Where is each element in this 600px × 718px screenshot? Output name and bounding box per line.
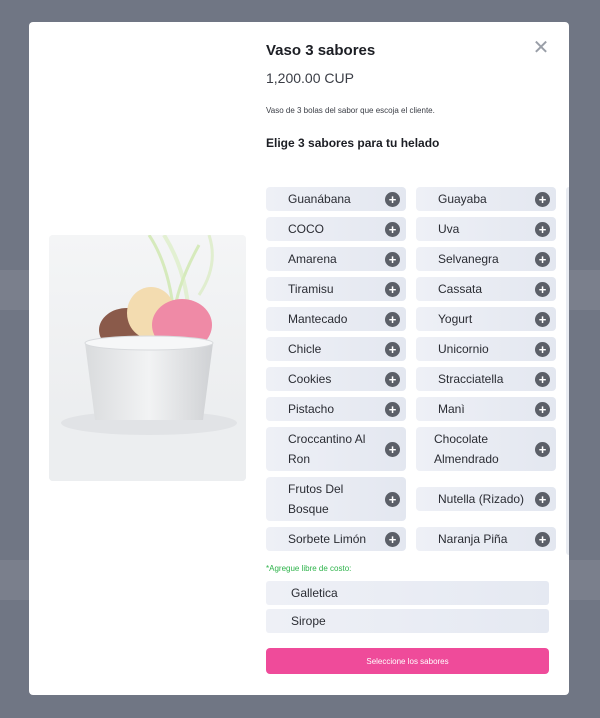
flavor-label: Pistacho bbox=[288, 402, 335, 416]
product-image bbox=[49, 235, 246, 481]
flavor-chip[interactable]: Stracciatella + bbox=[416, 367, 556, 391]
flavor-chip[interactable]: Nutella (Rizado) + bbox=[416, 487, 556, 511]
flavor-label: Uva bbox=[438, 222, 460, 236]
flavor-chip[interactable]: COCO + bbox=[266, 217, 406, 241]
flavor-label: Cassata bbox=[438, 282, 483, 296]
flavor-label: Sorbete Limón bbox=[288, 532, 367, 546]
flavor-chip[interactable]: Naranja Piña + bbox=[416, 527, 556, 551]
flavors-heading: Elige 3 sabores para tu helado bbox=[266, 136, 440, 150]
flavor-column-edge bbox=[566, 187, 569, 555]
add-icon[interactable]: + bbox=[385, 491, 400, 507]
flavor-chip[interactable]: Tiramisu + bbox=[266, 277, 406, 301]
add-icon[interactable]: + bbox=[385, 281, 400, 297]
extra-option[interactable]: Galletica bbox=[266, 581, 549, 605]
ice-cream-cup-photo bbox=[49, 235, 246, 481]
flavor-label: Chocolate Almendrado bbox=[434, 432, 499, 466]
flavor-chip[interactable]: Mantecado + bbox=[266, 307, 406, 331]
add-icon[interactable]: + bbox=[385, 251, 400, 267]
product-title: Vaso 3 sabores bbox=[266, 42, 376, 59]
add-icon[interactable]: + bbox=[385, 311, 400, 327]
add-icon[interactable]: + bbox=[535, 251, 550, 267]
add-icon[interactable]: + bbox=[385, 531, 400, 547]
flavor-label: Chicle bbox=[288, 342, 322, 356]
flavor-label: Amarena bbox=[288, 252, 337, 266]
flavor-chip[interactable]: Selvanegra + bbox=[416, 247, 556, 271]
flavor-label: Stracciatella bbox=[438, 372, 504, 386]
product-modal: ✕ Vaso 3 sabores 1,200.00 CUP Vaso de 3 … bbox=[29, 22, 569, 695]
flavor-label: Nutella (Rizado) bbox=[438, 492, 525, 506]
product-description: Vaso de 3 bolas del sabor que escoja el … bbox=[266, 106, 435, 115]
flavor-label: Yogurt bbox=[438, 312, 473, 326]
add-icon[interactable]: + bbox=[535, 311, 550, 327]
flavor-chip[interactable]: Pistacho + bbox=[266, 397, 406, 421]
product-price: 1,200.00 CUP bbox=[266, 70, 354, 86]
add-icon[interactable]: + bbox=[385, 371, 400, 387]
flavor-label: Manì bbox=[438, 402, 465, 416]
flavor-label: Guanábana bbox=[288, 192, 351, 206]
flavor-label: Naranja Piña bbox=[438, 532, 508, 546]
flavor-chip[interactable]: Cookies + bbox=[266, 367, 406, 391]
flavor-chip[interactable]: Guanábana + bbox=[266, 187, 406, 211]
add-icon[interactable]: + bbox=[385, 191, 400, 207]
extras-heading: *Agregue libre de costo: bbox=[266, 564, 352, 573]
flavor-chip[interactable]: Chocolate Almendrado + bbox=[416, 427, 556, 471]
add-icon[interactable]: + bbox=[535, 531, 550, 547]
flavor-chip[interactable]: Amarena + bbox=[266, 247, 406, 271]
flavor-label: Guayaba bbox=[438, 192, 487, 206]
flavor-label: Frutos Del Bosque bbox=[288, 482, 344, 516]
add-icon[interactable]: + bbox=[535, 441, 550, 457]
flavor-label: Selvanegra bbox=[438, 252, 499, 266]
flavor-chip[interactable]: Unicornio + bbox=[416, 337, 556, 361]
add-icon[interactable]: + bbox=[385, 441, 400, 457]
flavor-chip[interactable]: Manì + bbox=[416, 397, 556, 421]
flavor-chip[interactable]: Guayaba + bbox=[416, 187, 556, 211]
add-icon[interactable]: + bbox=[385, 341, 400, 357]
add-icon[interactable]: + bbox=[535, 491, 550, 507]
flavor-label: Unicornio bbox=[438, 342, 489, 356]
add-icon[interactable]: + bbox=[385, 221, 400, 237]
flavor-chip[interactable]: Frutos Del Bosque + bbox=[266, 477, 406, 521]
add-icon[interactable]: + bbox=[535, 191, 550, 207]
add-icon[interactable]: + bbox=[535, 401, 550, 417]
add-icon[interactable]: + bbox=[385, 401, 400, 417]
add-icon[interactable]: + bbox=[535, 341, 550, 357]
add-icon[interactable]: + bbox=[535, 281, 550, 297]
flavor-label: Mantecado bbox=[288, 312, 348, 326]
flavor-chip[interactable]: Yogurt + bbox=[416, 307, 556, 331]
flavor-chip[interactable]: Croccantino Al Ron + bbox=[266, 427, 406, 471]
flavor-label: Cookies bbox=[288, 372, 332, 386]
flavor-chip[interactable]: Uva + bbox=[416, 217, 556, 241]
add-icon[interactable]: + bbox=[535, 221, 550, 237]
flavor-label: COCO bbox=[288, 222, 324, 236]
flavor-label: Tiramisu bbox=[288, 282, 334, 296]
extra-option[interactable]: Sirope bbox=[266, 609, 549, 633]
flavor-grid: Guanábana + Guayaba + COCO + Uva + Amarena + … bbox=[266, 187, 569, 555]
close-icon[interactable]: ✕ bbox=[531, 38, 551, 58]
flavor-chip[interactable]: Cassata + bbox=[416, 277, 556, 301]
flavor-chip[interactable]: Sorbete Limón + bbox=[266, 527, 406, 551]
flavor-chip[interactable]: Chicle + bbox=[266, 337, 406, 361]
select-flavors-button[interactable]: Seleccione los sabores bbox=[266, 648, 549, 674]
add-icon[interactable]: + bbox=[535, 371, 550, 387]
flavor-label: Croccantino Al Ron bbox=[288, 432, 366, 466]
